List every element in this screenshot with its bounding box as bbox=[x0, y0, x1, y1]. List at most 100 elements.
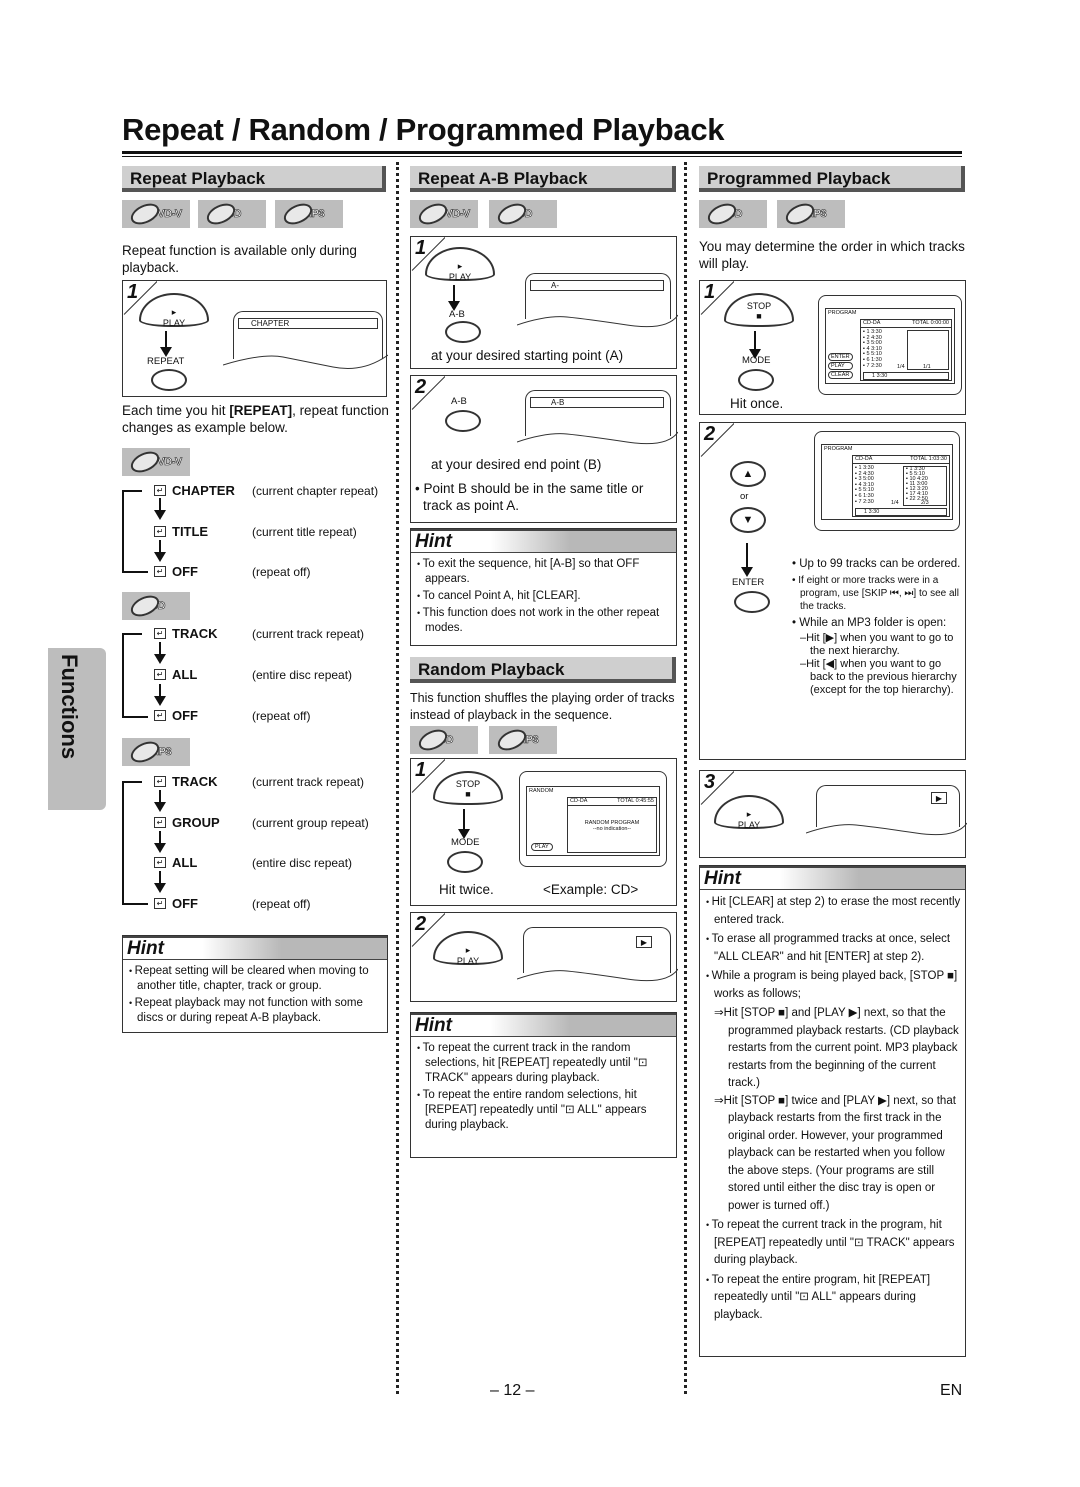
step-caption: Hit once. bbox=[730, 396, 784, 411]
disc-icon bbox=[127, 447, 163, 477]
step-number: 1 bbox=[415, 759, 427, 781]
repeat-icon: ↵ bbox=[154, 526, 166, 537]
disc-icon bbox=[127, 737, 163, 767]
disc-icon bbox=[127, 199, 163, 229]
repeat-icon: ↵ bbox=[154, 776, 166, 787]
hint-item: To repeat the entire random selections, … bbox=[417, 1088, 672, 1133]
badge-mp3: MP3 bbox=[489, 725, 557, 755]
section-heading-programmed: Programmed Playback bbox=[699, 166, 965, 192]
badge-cd: CD bbox=[198, 199, 266, 229]
repeat-icon: ↵ bbox=[154, 710, 166, 721]
up-button[interactable]: ▲ bbox=[730, 461, 766, 487]
hint-box-random: Hint To repeat the current track in the … bbox=[410, 1012, 677, 1158]
ab-label: A-B bbox=[451, 396, 467, 407]
badge-dvd-v: DVD-V bbox=[410, 199, 478, 229]
mode-button[interactable] bbox=[738, 369, 774, 391]
badge-dvd-v: DVD-V bbox=[122, 199, 190, 229]
repeat-button[interactable] bbox=[151, 369, 187, 391]
program-screen: PROGRAM CD-DA TOTAL 1:03:30 ▪ 1 3:30 ▪ 2 4… bbox=[814, 431, 960, 531]
disc-icon bbox=[494, 725, 530, 755]
step-number: 2 bbox=[415, 376, 427, 398]
down-button[interactable]: ▼ bbox=[730, 507, 766, 533]
screen-wave bbox=[517, 314, 678, 328]
hint-title: Hint bbox=[700, 866, 965, 890]
language-label: EN bbox=[940, 1382, 963, 1399]
random-step-2: 2 ▸ PLAY ▶ bbox=[410, 912, 678, 1002]
programmed-step-3: 3 ▸ PLAY ▶ bbox=[699, 770, 967, 858]
ab-label: A-B bbox=[449, 309, 465, 320]
disc-icon bbox=[415, 725, 451, 755]
repeat-mode-row: ↵ ALL (entire disc repeat) bbox=[154, 667, 352, 682]
repeat-step-1: 1 ▸ PLAY REPEAT CHAPTER bbox=[122, 280, 388, 397]
repeat-each-time: Each time you hit [REPEAT], repeat funct… bbox=[122, 403, 389, 435]
repeat-intro: Repeat function is available only during… bbox=[122, 243, 357, 275]
hint-subitem: ⇒Hit [STOP ■] and [PLAY ▶] next, so that… bbox=[714, 1007, 959, 1089]
repeat-icon: ↵ bbox=[154, 898, 166, 909]
programmed-step-2: 2 ▲ or ▼ ENTER PROGRAM CD-DA TOTAL 1:03:3… bbox=[699, 422, 966, 760]
disc-icon bbox=[782, 199, 818, 229]
track-list: ▪ 1 3:30 ▪ 2 4:30 ▪ 3 5:00 ▪ 4 3:10 ▪ 5 5:10… bbox=[855, 465, 874, 505]
mode-button[interactable] bbox=[447, 851, 483, 873]
hint-item: This function does not work in the other… bbox=[417, 606, 672, 636]
ab-step-1: 1 ▸ PLAY A-B A- at your desired starting … bbox=[410, 236, 678, 369]
title-rule-thin bbox=[122, 156, 962, 157]
track-entry: ▪ 7 2:30 bbox=[863, 362, 882, 369]
track-list: ▪ 1 3:30 ▪ 2 4:30 ▪ 3 5:00 ▪ 4 3:10 ▪ 5 5:10… bbox=[863, 329, 882, 369]
hint-item: To erase all programmed tracks at once, … bbox=[706, 931, 961, 966]
stop-button[interactable]: STOP ■ bbox=[724, 293, 794, 327]
hint-subitem: ⇒Hit [STOP ■] twice and [PLAY ▶] next, s… bbox=[714, 1094, 956, 1212]
screen-wave bbox=[223, 354, 388, 369]
step-notes: • Up to 99 tracks can be ordered. • If e… bbox=[792, 558, 961, 696]
badge-mp3: MP3 bbox=[122, 737, 190, 767]
hint-item: To exit the sequence, hit [A-B] so that … bbox=[417, 557, 672, 587]
ab-button[interactable] bbox=[445, 410, 481, 432]
section-heading-ab: Repeat A-B Playback bbox=[410, 166, 676, 192]
screen-wave bbox=[806, 822, 967, 836]
repeat-icon: ↵ bbox=[154, 566, 166, 577]
badge-cd: CD bbox=[410, 725, 478, 755]
programmed-intro: You may determine the order in which tra… bbox=[699, 239, 965, 271]
hint-item: To repeat the current track in the rando… bbox=[417, 1041, 672, 1086]
repeat-mode-row: ↵ OFF (repeat off) bbox=[154, 708, 310, 723]
hint-item: Repeat setting will be cleared when movi… bbox=[129, 964, 383, 994]
disc-icon bbox=[280, 199, 316, 229]
hint-title: Hint bbox=[123, 936, 387, 960]
ab-button[interactable] bbox=[445, 321, 481, 343]
disc-icon bbox=[494, 199, 530, 229]
step-number: 2 bbox=[704, 423, 716, 445]
disc-icon bbox=[415, 199, 451, 229]
repeat-mode-row: ↵ TRACK (current track repeat) bbox=[154, 774, 364, 789]
step-number: 1 bbox=[704, 281, 716, 303]
step-note: • Point B should be in the same title or… bbox=[415, 481, 644, 513]
repeat-mode-row: ↵ GROUP (current group repeat) bbox=[154, 815, 369, 830]
step-number: 1 bbox=[415, 237, 427, 259]
hint-item: Hit [CLEAR] at step 2) to erase the most… bbox=[706, 894, 961, 929]
enter-button[interactable] bbox=[734, 591, 770, 613]
repeat-icon: ↵ bbox=[154, 669, 166, 680]
repeat-mode-row: ↵ CHAPTER (current chapter repeat) bbox=[154, 483, 378, 498]
repeat-mode-row: ↵ OFF (repeat off) bbox=[154, 896, 310, 911]
arrow-down-icon bbox=[448, 285, 460, 311]
badge-cd: CD bbox=[699, 199, 767, 229]
arrow-down-icon bbox=[749, 331, 761, 359]
hint-title: Hint bbox=[411, 1013, 676, 1037]
step-caption: at your desired end point (B) bbox=[431, 457, 602, 472]
track-entry: ▪ 7 2:30 bbox=[855, 498, 874, 505]
programmed-step-1: 1 STOP ■ MODE Hit once. PROGRAM CD-DA TOTA… bbox=[699, 280, 966, 415]
repeat-icon: ↵ bbox=[154, 485, 166, 496]
repeat-icon: ↵ bbox=[154, 817, 166, 828]
hint-item: To repeat the current track in the progr… bbox=[706, 1217, 961, 1270]
disc-icon bbox=[127, 591, 163, 621]
screen-wave bbox=[517, 968, 678, 982]
ab-step-2: 2 A-B A-B at your desired end point (B) … bbox=[410, 375, 678, 523]
side-tab-functions: Functions bbox=[48, 648, 106, 810]
column-divider bbox=[684, 162, 687, 1394]
random-step-1: 1 STOP ■ MODE RANDOM CD-DA TOTAL 0:45:55 R… bbox=[410, 758, 677, 906]
section-heading-random: Random Playback bbox=[410, 657, 676, 683]
repeat-mode-row: ↵ ALL (entire disc repeat) bbox=[154, 855, 352, 870]
enter-label: ENTER bbox=[732, 577, 765, 588]
random-screen: RANDOM CD-DA TOTAL 0:45:55 RANDOM PROGRAM… bbox=[519, 771, 667, 867]
repeat-icon: ↵ bbox=[154, 857, 166, 868]
screen-wave bbox=[517, 431, 678, 445]
hint-item: To repeat the entire program, hit [REPEA… bbox=[706, 1272, 961, 1325]
